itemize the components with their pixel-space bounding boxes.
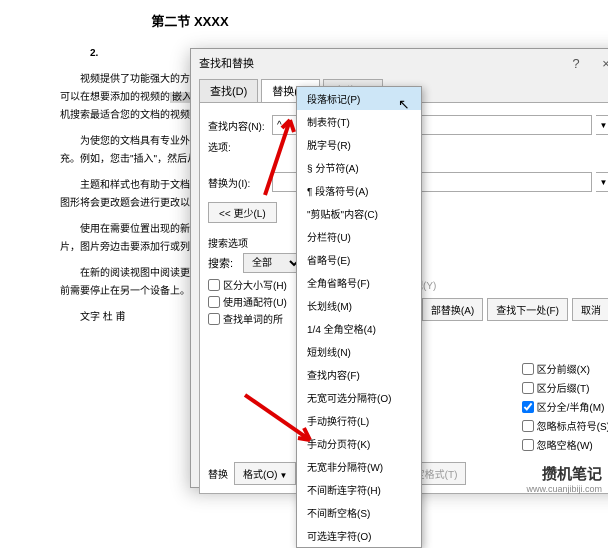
dialog-title: 查找和替换 xyxy=(199,55,254,71)
menu-item[interactable]: 不间断空格(S) xyxy=(297,501,421,524)
chk-width[interactable]: 区分全/半角(M) xyxy=(522,399,608,414)
menu-item[interactable]: 无宽非分隔符(W) xyxy=(297,455,421,478)
replace-dropdown[interactable]: ▼ xyxy=(596,172,608,192)
menu-item[interactable]: 全角省略号(F) xyxy=(297,271,421,294)
chk-space[interactable]: 忽略空格(W) xyxy=(522,437,608,452)
menu-item[interactable]: 制表符(T) xyxy=(297,110,421,133)
tab-find[interactable]: 查找(D) xyxy=(199,79,258,102)
less-button[interactable]: << 更少(L) xyxy=(208,202,277,223)
menu-item[interactable]: 长划线(M) xyxy=(297,294,421,317)
find-label: 查找内容(N): xyxy=(208,118,268,133)
menu-item[interactable]: 可选连字符(O) xyxy=(297,524,421,547)
replace-label: 替换为(I): xyxy=(208,175,268,190)
menu-item[interactable]: 不间断连字符(H) xyxy=(297,478,421,501)
menu-item[interactable]: 短划线(N) xyxy=(297,340,421,363)
cancel-button[interactable]: 取消 xyxy=(572,298,608,321)
annotation-arrow-2 xyxy=(240,390,320,455)
chk-suffix[interactable]: 区分后缀(T) xyxy=(522,380,608,395)
close-button[interactable]: × xyxy=(591,56,608,71)
chk-punct[interactable]: 忽略标点符号(S) xyxy=(522,418,608,433)
menu-item[interactable]: ¶ 段落符号(A) xyxy=(297,179,421,202)
menu-item[interactable]: 1/4 全角空格(4) xyxy=(297,317,421,340)
cursor-icon: ↖ xyxy=(398,96,410,113)
format-button[interactable]: 格式(O)▼ xyxy=(234,462,296,485)
doc-heading: 第二节 XXXX xyxy=(60,10,320,33)
find-dropdown[interactable]: ▼ xyxy=(596,115,608,135)
replace-section-label: 替换 xyxy=(208,466,228,481)
menu-item[interactable]: 分栏符(U) xyxy=(297,225,421,248)
annotation-arrow-1 xyxy=(260,110,300,205)
menu-item[interactable]: "剪贴板"内容(C) xyxy=(297,202,421,225)
find-next-button[interactable]: 查找下一处(F) xyxy=(487,298,568,321)
menu-item[interactable]: 查找内容(F) xyxy=(297,363,421,386)
menu-item[interactable]: 省略号(E) xyxy=(297,248,421,271)
watermark: 攒机笔记 www.cuanjibiji.com xyxy=(526,463,602,494)
chk-prefix[interactable]: 区分前缀(X) xyxy=(522,361,608,376)
options-label: 选项: xyxy=(208,139,268,154)
help-button[interactable]: ? xyxy=(561,56,591,71)
search-scope-select[interactable]: 全部 xyxy=(243,253,303,273)
search-label: 搜索: xyxy=(208,255,240,271)
menu-item[interactable]: § 分节符(A) xyxy=(297,156,421,179)
replace-all-button[interactable]: 部替换(A) xyxy=(422,298,483,321)
special-format-menu: 段落标记(P) 制表符(T) 脱字号(R) § 分节符(A) ¶ 段落符号(A)… xyxy=(296,86,422,548)
menu-item[interactable]: 脱字号(R) xyxy=(297,133,421,156)
